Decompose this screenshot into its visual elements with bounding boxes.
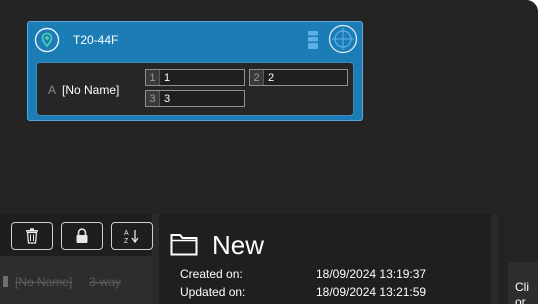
device-card[interactable]: T20-44F A [No Name] 1 1 2 2 3 3: [27, 21, 363, 121]
channel-slot-2[interactable]: 2 2: [249, 69, 348, 86]
updated-label: Updated on:: [180, 285, 246, 299]
channel-slot-1[interactable]: 1 1: [145, 69, 245, 86]
zone-name-label: [No Name]: [15, 275, 73, 289]
delete-button[interactable]: [11, 222, 53, 250]
channel-label: 1: [164, 71, 171, 84]
location-pin-icon[interactable]: [34, 27, 60, 53]
device-title: T20-44F: [73, 33, 119, 47]
channel-index: 1: [146, 70, 160, 85]
lock-icon: [76, 228, 88, 243]
sort-button[interactable]: A Z: [111, 222, 153, 250]
folder-title: New: [212, 230, 265, 260]
svg-text:Z: Z: [124, 238, 129, 244]
device-card-header[interactable]: T20-44F: [28, 22, 362, 60]
list-item[interactable]: [No Name] 3-way: [0, 271, 152, 293]
zone-letter: A: [48, 83, 57, 97]
channel-label: 2: [268, 71, 275, 84]
zone-panel: A [No Name] 1 1 2 2 3 3: [36, 62, 354, 116]
zone-list-panel: A Z [No Name] 3-way: [0, 214, 153, 304]
speaker-stack-icon: [308, 31, 318, 49]
zone-toolbar: A Z: [0, 214, 153, 256]
svg-text:A: A: [124, 230, 129, 237]
hint-text: Cli: [515, 280, 529, 294]
hint-text-2: or: [515, 295, 526, 304]
channel-slot-3[interactable]: 3 3: [145, 90, 245, 107]
channel-index: 2: [250, 70, 264, 85]
folder-icon: [170, 234, 198, 256]
zone-name[interactable]: [No Name]: [62, 83, 119, 97]
created-value: 18/09/2024 13:19:37: [316, 267, 427, 281]
folder-info-panel: New Created on: 18/09/2024 13:19:37 Upda…: [159, 214, 491, 304]
channel-index: 3: [146, 91, 160, 106]
design-canvas[interactable]: T20-44F A [No Name] 1 1 2 2 3 3: [0, 0, 538, 214]
created-label: Created on:: [180, 267, 243, 281]
lock-button[interactable]: [61, 222, 103, 250]
hint-box: Cli or: [508, 262, 538, 304]
trash-icon: [26, 228, 38, 244]
channel-label: 3: [164, 92, 171, 105]
updated-value: 18/09/2024 13:21:59: [316, 285, 427, 299]
zone-type-label: 3-way: [89, 275, 122, 289]
sort-az-icon: A Z: [124, 230, 139, 244]
app-window: T20-44F A [No Name] 1 1 2 2 3 3 A Z [No …: [0, 0, 538, 304]
target-icon[interactable]: [328, 24, 358, 54]
drag-handle-icon[interactable]: [3, 276, 8, 287]
side-panel: Cli or: [498, 214, 538, 304]
